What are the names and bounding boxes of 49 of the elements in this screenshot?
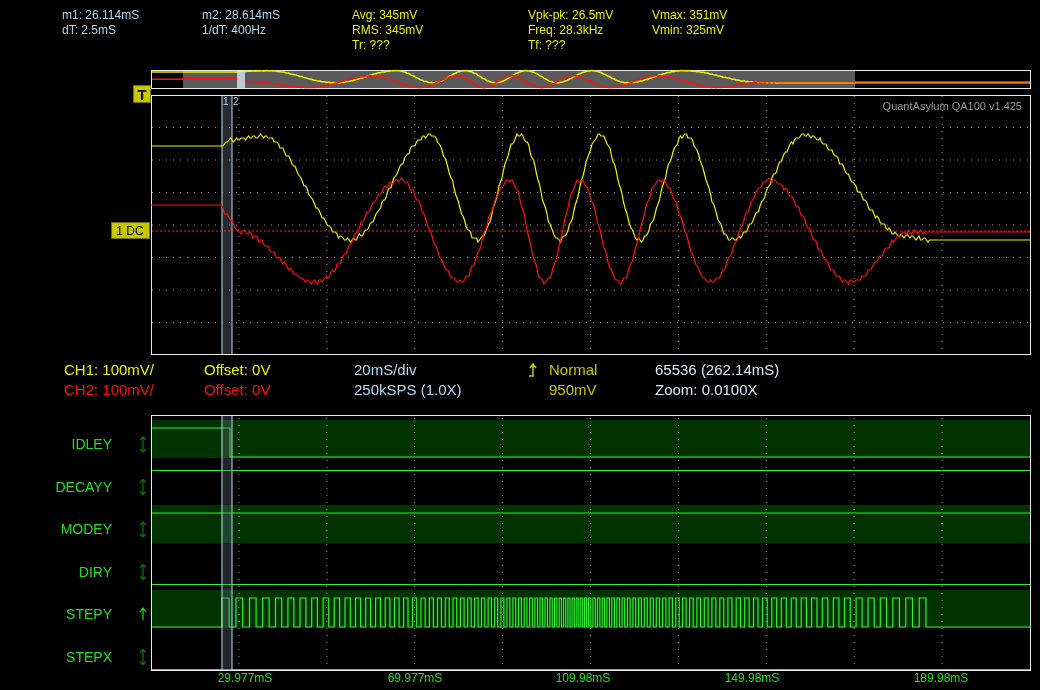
up-down-arrow-icon[interactable] <box>139 521 147 538</box>
cursor-label: 1 <box>223 96 229 107</box>
time-label: 189.98mS <box>913 671 969 685</box>
channel-marker[interactable]: 1 DC <box>111 222 150 239</box>
measurement-readout: Vmin: 325mV <box>652 23 725 38</box>
trigger-marker[interactable]: T <box>133 85 151 103</box>
setting-readout: 950mV <box>549 380 597 400</box>
setting-readout: CH2: 100mV/ <box>64 380 155 400</box>
measurement-readout: Freq: 28.3kHz <box>528 23 604 38</box>
setting-readout: 20mS/div <box>354 360 417 380</box>
cursor-line[interactable] <box>221 95 223 355</box>
setting-readout: 65536 (262.14mS) <box>655 360 780 380</box>
setting-readout: Zoom: 0.0100X <box>655 380 758 400</box>
channel-label: IDLEY <box>71 436 112 452</box>
setting-readout: CH1: 100mV/ <box>64 360 155 380</box>
setting-readout: Normal <box>549 360 598 380</box>
measurement-readout: Avg: 345mV <box>352 8 418 23</box>
up-arrow-icon[interactable] <box>139 607 147 621</box>
measurement-readout: Vmax: 351mV <box>652 8 728 23</box>
setting-readout: 250kSPS (1.0X) <box>354 380 462 400</box>
channel-label: DIRY <box>78 563 112 580</box>
up-down-arrow-icon[interactable] <box>139 563 147 581</box>
measurement-readout: dT: 2.5mS <box>62 23 117 38</box>
cursor-line[interactable] <box>231 415 233 671</box>
time-label: 149.98mS <box>724 671 780 685</box>
measurement-readout: 1/dT: 400Hz <box>202 23 267 38</box>
up-down-arrow-icon[interactable] <box>139 436 147 453</box>
measurement-readout: Tr: ??? <box>352 38 390 53</box>
measurement-readout: m1: 26.114mS <box>62 8 140 23</box>
channel-label: STEPX <box>66 648 112 665</box>
setting-readout: Offset: 0V <box>204 360 271 380</box>
time-label: 109.98mS <box>555 671 611 685</box>
time-label: 69.977mS <box>387 671 443 685</box>
channel-label: DECAYY <box>55 478 112 495</box>
setting-readout: Offset: 0V <box>204 380 271 400</box>
rising-edge-icon <box>528 363 538 377</box>
channel-label: MODEY <box>60 521 112 537</box>
time-label: 29.977mS <box>217 671 273 685</box>
measurement-readout: Vpk-pk: 26.5mV <box>528 8 614 23</box>
measurement-readout: Tf: ??? <box>528 38 566 53</box>
channel-label: STEPY <box>66 606 112 622</box>
cursor-label: 2 <box>233 96 239 107</box>
measurement-readout: m2: 28.614mS <box>202 8 281 23</box>
up-down-arrow-icon[interactable] <box>139 478 147 496</box>
cursor-line[interactable] <box>221 415 223 671</box>
overview-strip[interactable] <box>151 69 1031 89</box>
instrument-label: QuantAsylum QA100 v1.425 <box>882 100 1022 112</box>
measurement-readout: RMS: 345mV <box>352 23 424 38</box>
up-down-arrow-icon[interactable] <box>139 648 147 666</box>
